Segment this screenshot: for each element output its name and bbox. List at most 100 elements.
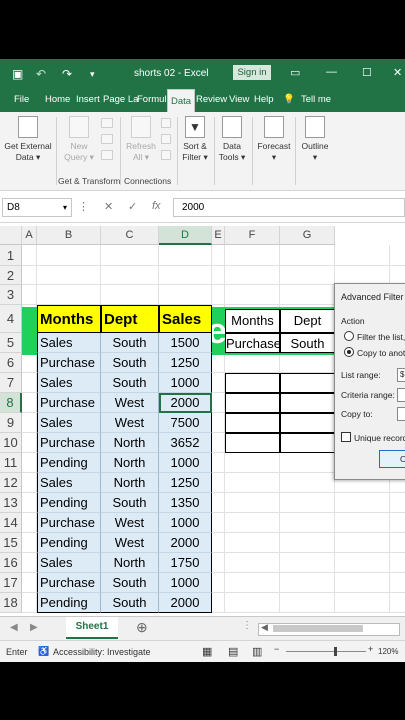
filter-in-place-radio[interactable]: Filter the list,: [344, 331, 405, 342]
sign-in-button[interactable]: Sign in: [233, 65, 271, 80]
save-icon[interactable]: ▣: [12, 67, 23, 81]
criteria-value[interactable]: South: [280, 333, 335, 353]
table-cell[interactable]: North: [101, 553, 159, 573]
table-cell[interactable]: Pending: [37, 533, 101, 553]
table-cell[interactable]: 1250: [159, 473, 212, 493]
zoom-in-icon[interactable]: +: [368, 644, 373, 654]
table-cell[interactable]: Sales: [37, 553, 101, 573]
name-box[interactable]: D8 ▾: [2, 198, 72, 217]
output-cell[interactable]: [280, 413, 335, 433]
undo-icon[interactable]: ↶: [36, 67, 46, 81]
output-cell[interactable]: [280, 433, 335, 453]
sort-filter-button[interactable]: ▼ Sort & Filter ▾: [180, 116, 210, 163]
new-query-button[interactable]: New Query ▾: [60, 116, 98, 163]
formula-input[interactable]: 2000: [173, 198, 405, 217]
row-header-12[interactable]: 12: [0, 473, 22, 493]
output-cell[interactable]: [225, 393, 280, 413]
column-header-a[interactable]: A: [22, 226, 37, 245]
zoom-slider-thumb[interactable]: [334, 647, 337, 656]
scroll-right-icon[interactable]: ▶: [30, 622, 38, 633]
redo-icon[interactable]: ↷: [62, 67, 72, 81]
table-cell[interactable]: West: [101, 413, 159, 433]
table-cell[interactable]: 3652: [159, 433, 212, 453]
criteria-range-input[interactable]: [397, 388, 405, 402]
connections-icon[interactable]: [158, 118, 174, 163]
table-cell[interactable]: 7500: [159, 413, 212, 433]
table-cell[interactable]: 2000: [159, 533, 212, 553]
table-cell[interactable]: Sales: [37, 333, 101, 353]
table-cell[interactable]: 2000: [159, 593, 212, 613]
copy-to-input[interactable]: [397, 407, 405, 421]
table-cell[interactable]: Pending: [37, 453, 101, 473]
column-header-f[interactable]: F: [225, 226, 280, 245]
table-cell[interactable]: Pending: [37, 493, 101, 513]
table-cell[interactable]: Sales: [37, 413, 101, 433]
output-cell[interactable]: [280, 373, 335, 393]
table-cell[interactable]: Purchase: [37, 573, 101, 593]
zoom-level[interactable]: 120%: [378, 647, 398, 656]
row-header-17[interactable]: 17: [0, 573, 22, 593]
table-cell[interactable]: South: [101, 333, 159, 353]
row-header-7[interactable]: 7: [0, 373, 22, 393]
column-header-d[interactable]: D: [159, 226, 212, 245]
output-cell[interactable]: [280, 393, 335, 413]
tab-help[interactable]: Help: [254, 94, 274, 105]
select-all-corner[interactable]: [0, 226, 22, 245]
add-sheet-icon[interactable]: ⊕: [136, 619, 148, 636]
ribbon-display-icon[interactable]: ▭: [290, 66, 300, 79]
tab-insert[interactable]: Insert: [76, 94, 100, 105]
page-layout-icon[interactable]: ▤: [228, 645, 238, 658]
page-break-icon[interactable]: ▥: [252, 645, 262, 658]
outline-button[interactable]: Outline ▾: [298, 116, 332, 163]
refresh-all-button[interactable]: Refresh All ▾: [122, 116, 160, 163]
table-cell[interactable]: 1000: [159, 573, 212, 593]
table-header-sales[interactable]: Sales: [159, 305, 212, 333]
row-header-6[interactable]: 6: [0, 353, 22, 373]
table-cell[interactable]: 1000: [159, 373, 212, 393]
row-header-9[interactable]: 9: [0, 413, 22, 433]
table-cell[interactable]: Sales: [37, 473, 101, 493]
table-header-months[interactable]: Months: [37, 305, 101, 333]
table-cell[interactable]: South: [101, 493, 159, 513]
row-header-8[interactable]: 8: [0, 393, 22, 413]
tab-formulas[interactable]: Formul: [137, 94, 167, 105]
table-cell[interactable]: West: [101, 393, 159, 413]
criteria-header-dept[interactable]: Dept: [280, 309, 335, 333]
row-header-11[interactable]: 11: [0, 453, 22, 473]
table-cell[interactable]: North: [101, 433, 159, 453]
cancel-icon[interactable]: ✕: [104, 200, 113, 213]
table-cell[interactable]: South: [101, 373, 159, 393]
insert-function-icon[interactable]: fx: [152, 200, 161, 212]
row-header-5[interactable]: 5: [0, 333, 22, 353]
customize-toolbar-icon[interactable]: ▾: [90, 69, 95, 80]
column-header-c[interactable]: C: [101, 226, 159, 245]
table-cell[interactable]: Sales: [37, 373, 101, 393]
row-header-14[interactable]: 14: [0, 513, 22, 533]
zoom-slider[interactable]: [286, 647, 366, 656]
row-header-1[interactable]: 1: [0, 245, 22, 266]
row-header-16[interactable]: 16: [0, 553, 22, 573]
normal-view-icon[interactable]: ▦: [202, 645, 212, 658]
scroll-left-icon[interactable]: ◀: [10, 622, 18, 633]
table-cell[interactable]: Purchase: [37, 393, 101, 413]
show-queries-icon[interactable]: [98, 118, 116, 163]
table-cell[interactable]: Pending: [37, 593, 101, 613]
table-cell[interactable]: 1000: [159, 453, 212, 473]
table-cell[interactable]: West: [101, 533, 159, 553]
scrollbar-thumb[interactable]: [273, 625, 363, 632]
row-header-15[interactable]: 15: [0, 533, 22, 553]
table-cell[interactable]: 1250: [159, 353, 212, 373]
table-cell[interactable]: South: [101, 573, 159, 593]
horizontal-scrollbar[interactable]: ◀: [258, 622, 400, 636]
output-cell[interactable]: [225, 373, 280, 393]
output-cell[interactable]: [225, 433, 280, 453]
sheet-tab-sheet1[interactable]: Sheet1: [66, 617, 118, 639]
row-header-10[interactable]: 10: [0, 433, 22, 453]
table-cell[interactable]: 1500: [159, 333, 212, 353]
table-cell[interactable]: South: [101, 593, 159, 613]
tab-view[interactable]: View: [229, 94, 249, 105]
table-cell[interactable]: South: [101, 353, 159, 373]
column-header-g[interactable]: G: [280, 226, 335, 245]
forecast-button[interactable]: Forecast ▾: [255, 116, 293, 163]
copy-to-location-radio[interactable]: Copy to anot: [344, 347, 405, 358]
